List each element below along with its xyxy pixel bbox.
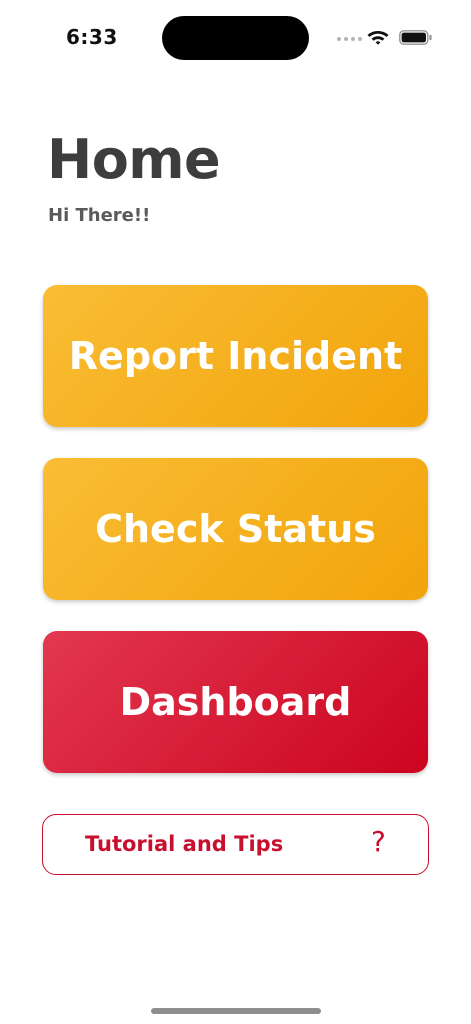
report-incident-button[interactable]: Report Incident <box>43 285 428 427</box>
help-question-icon: ? <box>371 825 386 858</box>
page-title: Home <box>47 128 221 191</box>
greeting-text: Hi There!! <box>48 205 151 226</box>
tutorial-and-tips-button[interactable]: Tutorial and Tips ? <box>42 814 429 875</box>
dashboard-button[interactable]: Dashboard <box>43 631 428 773</box>
status-time: 6:33 <box>66 25 118 49</box>
battery-icon <box>399 30 432 45</box>
home-indicator[interactable] <box>151 1008 321 1014</box>
dynamic-island <box>162 16 309 60</box>
status-icons <box>337 27 437 47</box>
cellular-signal-icon <box>337 37 362 41</box>
tutorial-label: Tutorial and Tips <box>85 832 284 856</box>
wifi-icon <box>367 31 389 45</box>
home-screen: 6:33 Home Hi There!! Report Incident Che… <box>0 0 471 1024</box>
check-status-button[interactable]: Check Status <box>43 458 428 600</box>
